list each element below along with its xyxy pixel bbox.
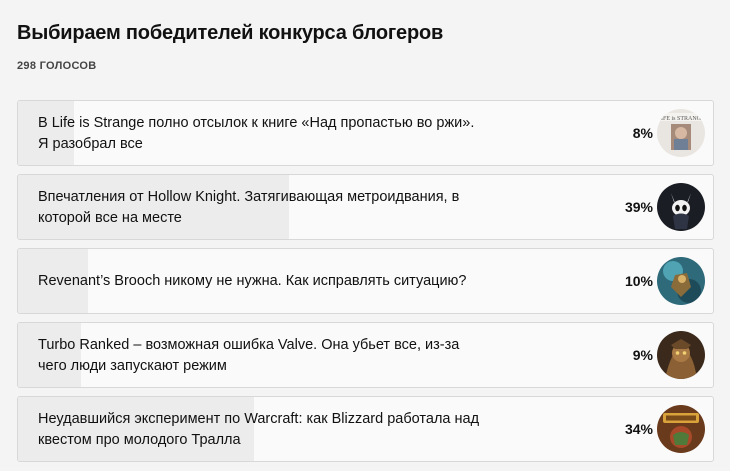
poll-options: В Life is Strange полно отсылок к книге … bbox=[17, 100, 714, 462]
poll-option[interactable]: В Life is Strange полно отсылок к книге … bbox=[17, 100, 714, 166]
option-percent: 39% bbox=[624, 199, 653, 215]
option-text: Turbo Ranked – возможная ошибка Valve. О… bbox=[38, 337, 460, 374]
option-text: Revenant’s Brooch никому не нужна. Как и… bbox=[38, 273, 467, 289]
poll-option[interactable]: Неудавшийся эксперимент по Warcraft: как… bbox=[17, 396, 714, 462]
option-text: Неудавшийся эксперимент по Warcraft: как… bbox=[38, 411, 480, 448]
option-text: Впечатления от Hollow Knight. Затягивающ… bbox=[38, 189, 460, 226]
revenant-icon bbox=[657, 257, 705, 305]
option-percent: 10% bbox=[624, 273, 653, 289]
poll: Выбираем победителей конкурса блогеров 2… bbox=[0, 0, 730, 462]
life-is-strange-icon: LIFE is STRANGE bbox=[657, 109, 705, 157]
poll-option[interactable]: Revenant’s Brooch никому не нужна. Как и… bbox=[17, 248, 714, 314]
hollow-knight-icon bbox=[657, 183, 705, 231]
option-text: В Life is Strange полно отсылок к книге … bbox=[38, 115, 475, 152]
poll-option[interactable]: Впечатления от Hollow Knight. Затягивающ… bbox=[17, 174, 714, 240]
vote-count: 298 ГОЛОСОВ bbox=[17, 60, 97, 72]
poll-title: Выбираем победителей конкурса блогеров bbox=[17, 22, 444, 44]
turbo-ranked-icon bbox=[657, 331, 705, 379]
poll-option[interactable]: Turbo Ranked – возможная ошибка Valve. О… bbox=[17, 322, 714, 388]
option-percent: 9% bbox=[632, 347, 653, 363]
option-percent: 34% bbox=[624, 421, 653, 437]
option-percent: 8% bbox=[632, 125, 653, 141]
svg-text:LIFE is STRANGE: LIFE is STRANGE bbox=[657, 116, 705, 122]
warcraft-icon bbox=[657, 405, 705, 453]
